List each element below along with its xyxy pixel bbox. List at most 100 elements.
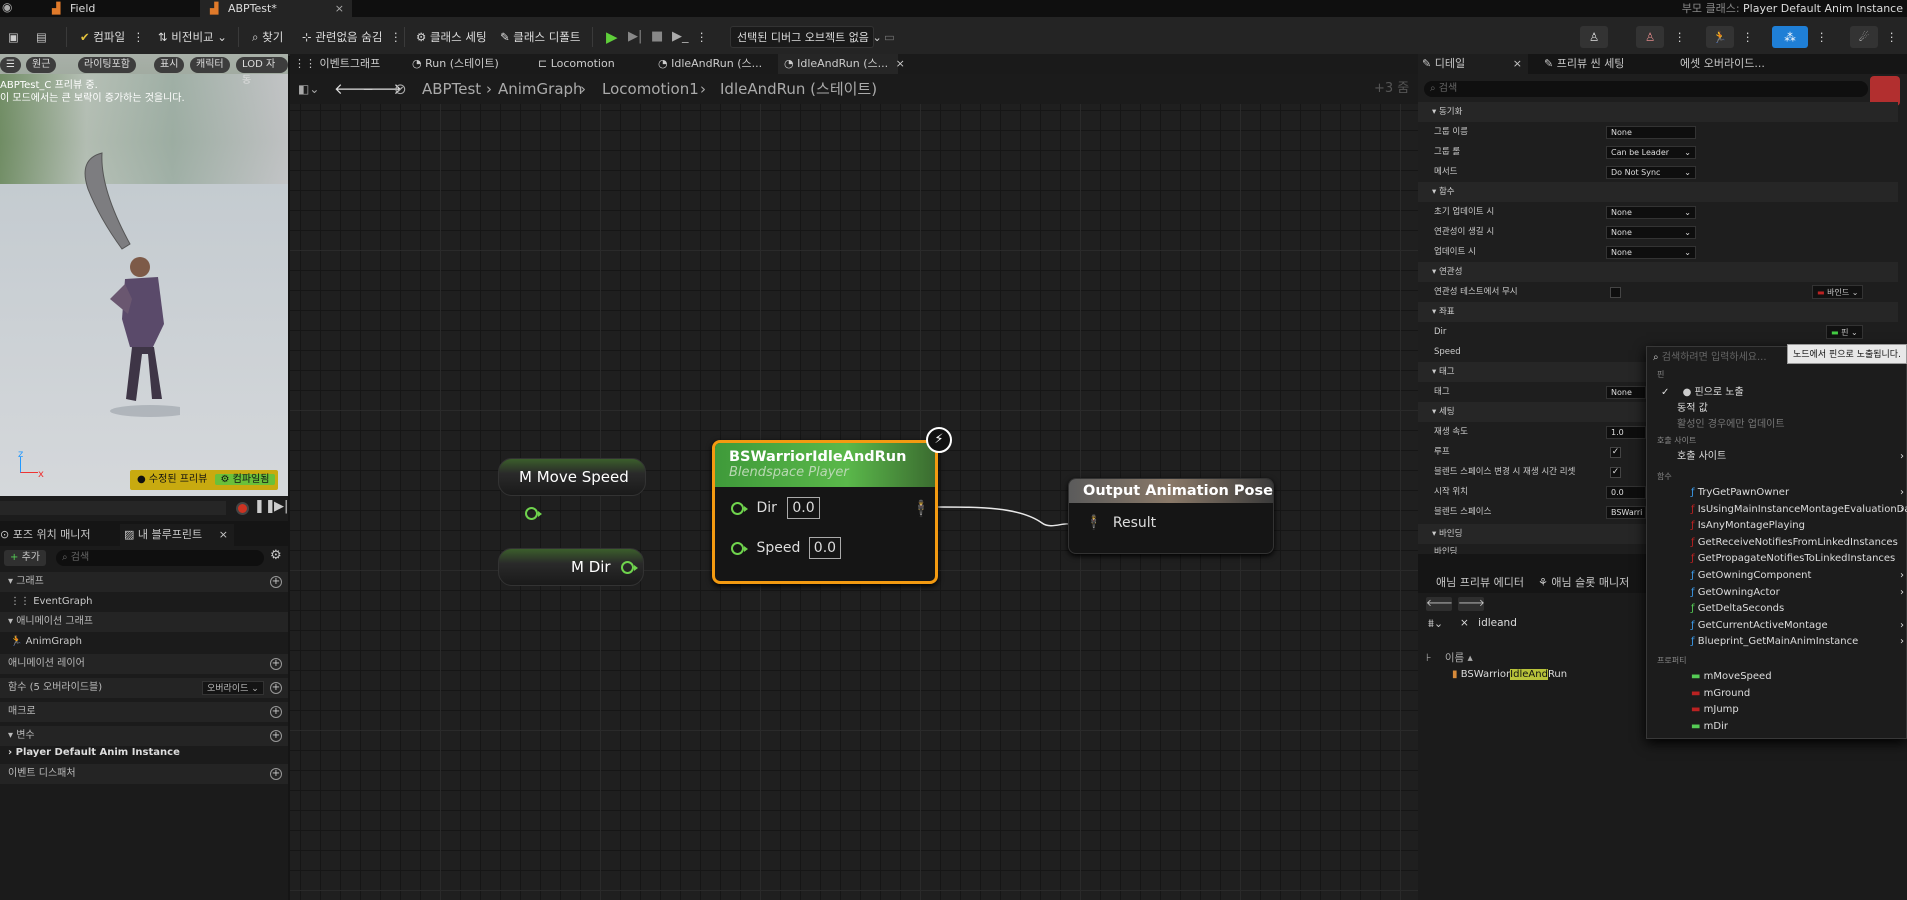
tab-idleandrun-2[interactable]: ◔ IdleAndRun (스... × xyxy=(778,54,905,74)
back-button[interactable]: 🡐 xyxy=(1426,597,1453,611)
column-header[interactable]: ⊦ 이름 ▴ xyxy=(1426,649,1646,667)
blueprint-mode-button[interactable]: ⁂ xyxy=(1772,26,1808,48)
record-button[interactable] xyxy=(236,502,249,515)
tab-locomotion[interactable]: ⊏ Locomotion xyxy=(538,54,615,74)
group-name-field[interactable]: None xyxy=(1606,126,1696,139)
pose-output-pin[interactable]: 🕴 xyxy=(911,499,931,518)
ignore-relevancy-checkbox[interactable] xyxy=(1610,287,1621,298)
on-become-relevant-select[interactable]: None ⌄ xyxy=(1606,226,1696,239)
doc-tab-abptest[interactable]: ▟ ABPTest* × xyxy=(200,0,352,17)
menu-item-property[interactable]: ▬ mMoveSpeed xyxy=(1647,669,1906,685)
tab-event-graph[interactable]: ⋮⋮ 이벤트그래프 xyxy=(294,54,380,74)
mesh-mode-button[interactable]: ♙ xyxy=(1636,26,1664,48)
asset-row[interactable]: ▮ BSWarriorIdleAndRun xyxy=(1452,667,1567,683)
breadcrumb-item[interactable]: IdleAndRun (스테이트) xyxy=(720,74,877,104)
skeleton-mode-button[interactable]: ♙ xyxy=(1580,26,1608,48)
method-select[interactable]: Do Not Sync ⌄ xyxy=(1606,166,1696,179)
close-icon[interactable]: × xyxy=(896,57,905,70)
graph-canvas[interactable]: M Move Speed M Dir BSWarriorIdleAndRun B… xyxy=(290,83,1418,900)
tab-my-blueprint[interactable]: ▨ 내 블루프린트 × xyxy=(120,524,234,546)
tab-run-state[interactable]: ◔ Run (스테이트) xyxy=(412,54,499,74)
menu-item-expose-pin[interactable]: ✓ ● 핀으로 노출 xyxy=(1647,385,1906,401)
menu-item-property[interactable]: ▬ mGround xyxy=(1647,686,1906,702)
tab-details[interactable]: ✎ 디테일 × xyxy=(1418,54,1528,74)
menu-item-function[interactable]: ƒ GetReceiveNotifiesFromLinkedInstances xyxy=(1647,535,1906,551)
on-update-select[interactable]: None ⌄ xyxy=(1606,246,1696,259)
add-icon[interactable]: + xyxy=(270,682,282,694)
play-rate-field[interactable]: 1.0 xyxy=(1606,426,1646,439)
breadcrumb-item[interactable]: Locomotion1 xyxy=(602,74,699,104)
preview-viewport[interactable]: ☰ 원근 라이팅포함 표시 캐릭터 LOD 자동 ABPTest_C 프리뷰 중… xyxy=(0,54,288,496)
dir-value-input[interactable]: 0.0 xyxy=(787,497,820,519)
section-variables[interactable]: ▾ 변수 + xyxy=(0,726,288,746)
forward-button[interactable]: 🡒 xyxy=(1458,597,1485,611)
stop-button[interactable]: ■ xyxy=(651,26,663,48)
add-icon[interactable]: + xyxy=(270,768,282,780)
section-functions[interactable]: 함수 (5 오버라이드블) 오버라이드 ⌄ + xyxy=(0,678,288,698)
more-icon[interactable]: ⋮ xyxy=(1674,26,1686,48)
eject-button[interactable]: ▶_ xyxy=(672,26,689,48)
tab-asset-override[interactable]: 에셋 오버라이드... xyxy=(1680,54,1765,74)
modified-preview-badge[interactable]: ● 수정된 프리뷰 xyxy=(133,474,215,485)
more-icon[interactable]: ⋮ xyxy=(1742,26,1754,48)
close-icon[interactable]: × xyxy=(219,524,228,546)
menu-item-call-site[interactable]: 호출 사이트 › xyxy=(1647,449,1906,465)
find-button[interactable]: ⌕ 찾기 xyxy=(252,26,283,48)
start-pos-field[interactable]: 0.0 xyxy=(1606,486,1646,499)
debug-object-select[interactable]: 선택된 디버그 오브젝트 없음 ⌄ xyxy=(730,26,882,48)
speed-value-input[interactable]: 0.0 xyxy=(808,537,842,559)
diff-button[interactable]: ⇅ 비전비교 ⌄ xyxy=(158,26,227,48)
output-pin[interactable] xyxy=(621,561,639,574)
speed-input-pin[interactable] xyxy=(731,541,748,555)
section-macros[interactable]: 매크로 + xyxy=(0,702,288,722)
menu-item-function[interactable]: ƒ GetOwningActor › xyxy=(1647,585,1906,601)
menu-item-function[interactable]: ƒ TryGetPawnOwner › xyxy=(1647,485,1906,501)
section-graphs[interactable]: ▾ 그래프 + xyxy=(0,572,288,592)
more-icon[interactable]: ⋮ xyxy=(133,30,145,44)
details-search-input[interactable]: ⌕ 검색 xyxy=(1424,81,1868,97)
section-event-dispatchers[interactable]: 이벤트 디스패처 + xyxy=(0,764,288,784)
more-icon[interactable]: ⋮ xyxy=(696,26,708,48)
output-pose-node[interactable]: Output Animation Pose 🕴 Result xyxy=(1068,478,1274,554)
section-anim-graphs[interactable]: ▾ 애니메이션 그래프 xyxy=(0,612,288,632)
menu-item-function[interactable]: ƒ GetOwningComponent › xyxy=(1647,568,1906,584)
add-icon[interactable]: + xyxy=(270,576,282,588)
pause-button[interactable]: ❚❚ xyxy=(254,499,276,514)
menu-item-dynamic-value[interactable]: 동적 값 xyxy=(1647,401,1906,417)
step-forward-button[interactable]: ▶| xyxy=(274,499,288,514)
add-icon[interactable]: + xyxy=(270,706,282,718)
character-button[interactable]: 캐릭터 xyxy=(190,57,230,73)
settings-icon[interactable]: ⚙ xyxy=(270,548,282,563)
output-pin[interactable] xyxy=(525,507,542,520)
menu-item-function[interactable]: ƒ GetCurrentActiveMontage › xyxy=(1647,618,1906,634)
close-icon[interactable]: × xyxy=(1513,54,1522,74)
save-icon[interactable]: ▣ xyxy=(8,26,24,48)
physics-mode-button[interactable]: ☄ xyxy=(1850,26,1878,48)
add-icon[interactable]: + xyxy=(270,730,282,742)
override-dropdown[interactable]: 오버라이드 ⌄ xyxy=(202,681,264,695)
list-item-anim-graph[interactable]: 🏃 AnimGraph xyxy=(0,632,288,652)
more-icon[interactable]: ⋮ xyxy=(390,30,402,44)
blendspace-field[interactable]: BSWarri xyxy=(1606,506,1646,519)
class-settings-button[interactable]: ⚙ 클래스 세팅 xyxy=(416,26,487,48)
menu-item-property[interactable]: ▬ mJump xyxy=(1647,702,1906,718)
lod-button[interactable]: LOD 자동 xyxy=(236,57,288,86)
asset-search-input[interactable]: × idleand xyxy=(1460,615,1640,631)
show-button[interactable]: 표시 xyxy=(154,57,185,73)
list-item-event-graph[interactable]: ⋮⋮ EventGraph xyxy=(0,592,288,612)
breadcrumb-item[interactable]: ABPTest xyxy=(422,74,481,104)
on-initial-update-select[interactable]: None ⌄ xyxy=(1606,206,1696,219)
tab-anim-slot[interactable]: ⚘ 애님 슬롯 매니저 xyxy=(1538,573,1629,593)
breadcrumb-item[interactable]: AnimGraph xyxy=(498,74,583,104)
pin-dropdown[interactable]: ▬ 핀 ⌄ xyxy=(1826,325,1863,339)
section-sync[interactable]: ▾ 동기화 xyxy=(1418,102,1898,122)
group-role-select[interactable]: Can be Leader ⌄ xyxy=(1606,146,1696,159)
more-icon[interactable]: ⋮ xyxy=(1816,26,1828,48)
timeline-track[interactable] xyxy=(0,501,226,515)
parent-class-link[interactable]: Player Default Anim Instance xyxy=(1743,2,1903,15)
menu-item-property[interactable]: ▬ mDir xyxy=(1647,719,1906,735)
unreal-logo-icon[interactable]: ◉ xyxy=(2,0,20,17)
reset-checkbox[interactable]: ✓ xyxy=(1610,467,1621,478)
section-coordinates[interactable]: ▾ 좌표 xyxy=(1418,302,1898,322)
section-relevancy[interactable]: ▾ 연관성 xyxy=(1418,262,1898,282)
